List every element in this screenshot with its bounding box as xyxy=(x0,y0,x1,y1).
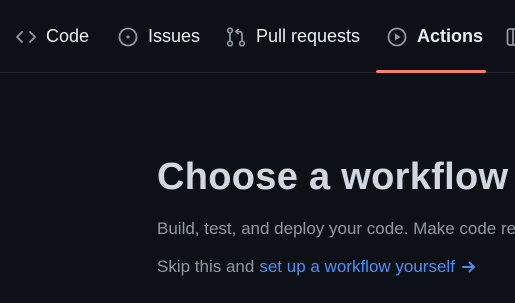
tab-actions[interactable]: Actions xyxy=(386,0,483,73)
tab-pull-requests-label: Pull requests xyxy=(256,26,361,46)
repo-tab-bar: Code Issues Pull requests Actions xyxy=(0,0,515,73)
page-subtitle: Build, test, and deploy your code. Make … xyxy=(157,219,515,238)
tab-issues[interactable]: Issues xyxy=(117,0,200,73)
issue-opened-icon xyxy=(117,26,139,48)
arrow-right-icon[interactable] xyxy=(461,259,477,275)
setup-workflow-link[interactable]: set up a workflow yourself xyxy=(259,257,455,277)
tab-code[interactable]: Code xyxy=(15,0,89,73)
tab-projects[interactable] xyxy=(505,0,515,73)
tab-pull-requests[interactable]: Pull requests xyxy=(225,0,360,73)
actions-page: Code Issues Pull requests Actions Choose… xyxy=(0,0,515,303)
workflow-chooser: Choose a workflow Build, test, and deplo… xyxy=(0,74,515,303)
git-pull-request-icon xyxy=(225,26,247,48)
skip-line: Skip this and set up a workflow yourself xyxy=(157,257,477,277)
tab-issues-label: Issues xyxy=(148,26,201,46)
active-tab-indicator xyxy=(376,70,486,73)
skip-prefix: Skip this and xyxy=(157,257,255,276)
table-icon xyxy=(505,26,515,48)
page-title: Choose a workflow xyxy=(157,156,509,198)
tab-actions-label: Actions xyxy=(417,26,484,46)
code-icon xyxy=(15,26,37,48)
tab-code-label: Code xyxy=(46,26,90,46)
play-icon xyxy=(386,26,408,48)
